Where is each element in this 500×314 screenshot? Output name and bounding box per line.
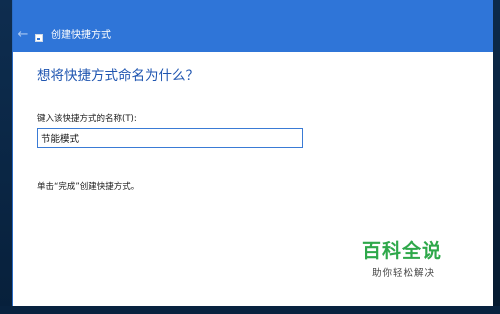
back-arrow-icon[interactable]: ← (15, 28, 31, 42)
desktop-bottom-strip (0, 306, 500, 314)
shortcut-icon (35, 34, 43, 42)
watermark-brand: 百科全说 (362, 240, 443, 262)
dialog-title: 创建快捷方式 (51, 30, 111, 41)
shortcut-name-label: 键入该快捷方式的名称(T): (37, 114, 137, 124)
desktop-left-strip (0, 0, 12, 314)
shortcut-name-input[interactable] (37, 128, 303, 148)
desktop-right-strip (492, 0, 500, 314)
page-heading: 想将快捷方式命名为什么？ (37, 68, 199, 84)
finish-hint-text: 单击“完成”创建快捷方式。 (37, 182, 140, 192)
watermark-tagline: 助你轻松解决 (372, 268, 436, 279)
dialog-titlebar: ← 创建快捷方式 (13, 0, 493, 52)
